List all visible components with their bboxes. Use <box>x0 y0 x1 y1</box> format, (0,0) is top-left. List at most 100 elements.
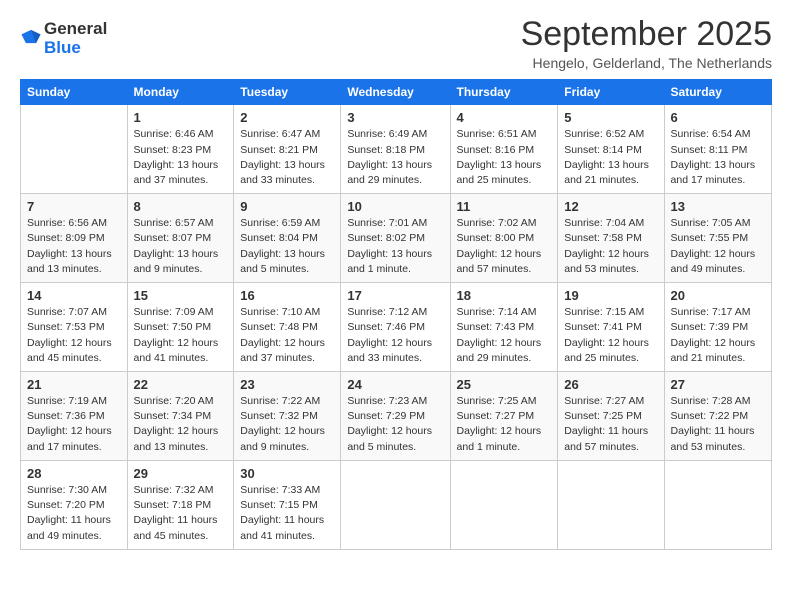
calendar-week-row: 7 Sunrise: 6:56 AMSunset: 8:09 PMDaylight… <box>21 194 772 283</box>
day-number: 11 <box>457 199 552 214</box>
calendar-cell: 1 Sunrise: 6:46 AMSunset: 8:23 PMDaylight… <box>127 105 234 194</box>
day-info: Sunrise: 7:27 AMSunset: 7:25 PMDaylight:… <box>564 394 657 455</box>
day-info: Sunrise: 7:33 AMSunset: 7:15 PMDaylight:… <box>240 483 334 544</box>
header-day: Tuesday <box>234 80 341 105</box>
day-number: 27 <box>671 377 765 392</box>
day-number: 21 <box>27 377 121 392</box>
calendar-cell: 30Sunrise: 7:33 AMSunset: 7:15 PMDayligh… <box>234 460 341 549</box>
day-info: Sunrise: 6:57 AMSunset: 8:07 PMDaylight:… <box>134 216 228 277</box>
day-info: Sunrise: 6:46 AMSunset: 8:23 PMDaylight:… <box>134 127 228 188</box>
logo-icon <box>20 27 42 49</box>
calendar-cell: 23Sunrise: 7:22 AMSunset: 7:32 PMDayligh… <box>234 372 341 461</box>
day-info: Sunrise: 7:32 AMSunset: 7:18 PMDaylight:… <box>134 483 228 544</box>
header-day: Thursday <box>450 80 558 105</box>
day-info: Sunrise: 6:59 AMSunset: 8:04 PMDaylight:… <box>240 216 334 277</box>
month-title: September 2025 <box>521 16 772 53</box>
day-info: Sunrise: 6:52 AMSunset: 8:14 PMDaylight:… <box>564 127 657 188</box>
calendar-cell: 4Sunrise: 6:51 AMSunset: 8:16 PMDaylight… <box>450 105 558 194</box>
day-number: 12 <box>564 199 657 214</box>
calendar-cell: 21 Sunrise: 7:19 AMSunset: 7:36 PMDayligh… <box>21 372 128 461</box>
logo-general: General <box>44 20 107 39</box>
day-number: 9 <box>240 199 334 214</box>
day-number: 15 <box>134 288 228 303</box>
calendar-cell: 25 Sunrise: 7:25 AMSunset: 7:27 PMDayligh… <box>450 372 558 461</box>
day-info: Sunrise: 7:04 AMSunset: 7:58 PMDaylight:… <box>564 216 657 277</box>
calendar-cell: 2Sunrise: 6:47 AMSunset: 8:21 PMDaylight… <box>234 105 341 194</box>
calendar-cell: 24Sunrise: 7:23 AMSunset: 7:29 PMDayligh… <box>341 372 450 461</box>
day-number: 26 <box>564 377 657 392</box>
calendar-cell: 20 Sunrise: 7:17 AMSunset: 7:39 PMDayligh… <box>664 283 771 372</box>
calendar-cell: 13 Sunrise: 7:05 AMSunset: 7:55 PMDayligh… <box>664 194 771 283</box>
day-number: 29 <box>134 466 228 481</box>
day-number: 1 <box>134 110 228 125</box>
calendar-cell <box>21 105 128 194</box>
page: General Blue September 2025 Hengelo, Gel… <box>0 0 792 612</box>
header-day: Wednesday <box>341 80 450 105</box>
calendar-cell: 17 Sunrise: 7:12 AMSunset: 7:46 PMDayligh… <box>341 283 450 372</box>
logo-text: General Blue <box>44 20 107 57</box>
header-row: SundayMondayTuesdayWednesdayThursdayFrid… <box>21 80 772 105</box>
day-info: Sunrise: 7:14 AMSunset: 7:43 PMDaylight:… <box>457 305 552 366</box>
day-number: 24 <box>347 377 443 392</box>
day-number: 22 <box>134 377 228 392</box>
day-number: 19 <box>564 288 657 303</box>
calendar-cell: 5 Sunrise: 6:52 AMSunset: 8:14 PMDaylight… <box>558 105 664 194</box>
day-number: 25 <box>457 377 552 392</box>
day-number: 6 <box>671 110 765 125</box>
calendar-cell: 18 Sunrise: 7:14 AMSunset: 7:43 PMDayligh… <box>450 283 558 372</box>
calendar-week-row: 1 Sunrise: 6:46 AMSunset: 8:23 PMDaylight… <box>21 105 772 194</box>
calendar-cell <box>664 460 771 549</box>
calendar-cell: 15Sunrise: 7:09 AMSunset: 7:50 PMDayligh… <box>127 283 234 372</box>
day-info: Sunrise: 7:25 AMSunset: 7:27 PMDaylight:… <box>457 394 552 455</box>
day-number: 14 <box>27 288 121 303</box>
calendar-cell: 3Sunrise: 6:49 AMSunset: 8:18 PMDaylight… <box>341 105 450 194</box>
day-info: Sunrise: 7:20 AMSunset: 7:34 PMDaylight:… <box>134 394 228 455</box>
day-info: Sunrise: 7:17 AMSunset: 7:39 PMDaylight:… <box>671 305 765 366</box>
calendar-cell: 11 Sunrise: 7:02 AMSunset: 8:00 PMDayligh… <box>450 194 558 283</box>
day-info: Sunrise: 7:05 AMSunset: 7:55 PMDaylight:… <box>671 216 765 277</box>
calendar-cell: 16 Sunrise: 7:10 AMSunset: 7:48 PMDayligh… <box>234 283 341 372</box>
calendar-cell <box>450 460 558 549</box>
day-info: Sunrise: 7:01 AMSunset: 8:02 PMDaylight:… <box>347 216 443 277</box>
header-day: Sunday <box>21 80 128 105</box>
day-info: Sunrise: 7:15 AMSunset: 7:41 PMDaylight:… <box>564 305 657 366</box>
header: General Blue September 2025 Hengelo, Gel… <box>20 16 772 71</box>
logo-blue: Blue <box>44 39 107 58</box>
header-day: Friday <box>558 80 664 105</box>
day-info: Sunrise: 7:07 AMSunset: 7:53 PMDaylight:… <box>27 305 121 366</box>
calendar-body: 1 Sunrise: 6:46 AMSunset: 8:23 PMDaylight… <box>21 105 772 549</box>
day-number: 18 <box>457 288 552 303</box>
day-info: Sunrise: 7:28 AMSunset: 7:22 PMDaylight:… <box>671 394 765 455</box>
title-block: September 2025 Hengelo, Gelderland, The … <box>521 16 772 71</box>
day-info: Sunrise: 7:10 AMSunset: 7:48 PMDaylight:… <box>240 305 334 366</box>
calendar-cell: 14 Sunrise: 7:07 AMSunset: 7:53 PMDayligh… <box>21 283 128 372</box>
calendar-header: SundayMondayTuesdayWednesdayThursdayFrid… <box>21 80 772 105</box>
calendar: SundayMondayTuesdayWednesdayThursdayFrid… <box>20 79 772 549</box>
day-number: 17 <box>347 288 443 303</box>
calendar-cell: 6 Sunrise: 6:54 AMSunset: 8:11 PMDaylight… <box>664 105 771 194</box>
day-info: Sunrise: 7:22 AMSunset: 7:32 PMDaylight:… <box>240 394 334 455</box>
day-info: Sunrise: 7:02 AMSunset: 8:00 PMDaylight:… <box>457 216 552 277</box>
day-number: 28 <box>27 466 121 481</box>
day-number: 13 <box>671 199 765 214</box>
day-number: 20 <box>671 288 765 303</box>
calendar-week-row: 21 Sunrise: 7:19 AMSunset: 7:36 PMDayligh… <box>21 372 772 461</box>
day-number: 10 <box>347 199 443 214</box>
calendar-cell <box>341 460 450 549</box>
day-info: Sunrise: 6:51 AMSunset: 8:16 PMDaylight:… <box>457 127 552 188</box>
day-info: Sunrise: 6:56 AMSunset: 8:09 PMDaylight:… <box>27 216 121 277</box>
day-number: 7 <box>27 199 121 214</box>
logo: General Blue <box>20 20 107 57</box>
day-number: 8 <box>134 199 228 214</box>
day-info: Sunrise: 7:19 AMSunset: 7:36 PMDaylight:… <box>27 394 121 455</box>
calendar-cell: 27 Sunrise: 7:28 AMSunset: 7:22 PMDayligh… <box>664 372 771 461</box>
day-info: Sunrise: 6:54 AMSunset: 8:11 PMDaylight:… <box>671 127 765 188</box>
calendar-cell: 7 Sunrise: 6:56 AMSunset: 8:09 PMDaylight… <box>21 194 128 283</box>
calendar-week-row: 14 Sunrise: 7:07 AMSunset: 7:53 PMDayligh… <box>21 283 772 372</box>
day-info: Sunrise: 7:12 AMSunset: 7:46 PMDaylight:… <box>347 305 443 366</box>
day-number: 16 <box>240 288 334 303</box>
day-number: 5 <box>564 110 657 125</box>
calendar-cell: 9 Sunrise: 6:59 AMSunset: 8:04 PMDaylight… <box>234 194 341 283</box>
calendar-cell: 26 Sunrise: 7:27 AMSunset: 7:25 PMDayligh… <box>558 372 664 461</box>
calendar-cell <box>558 460 664 549</box>
